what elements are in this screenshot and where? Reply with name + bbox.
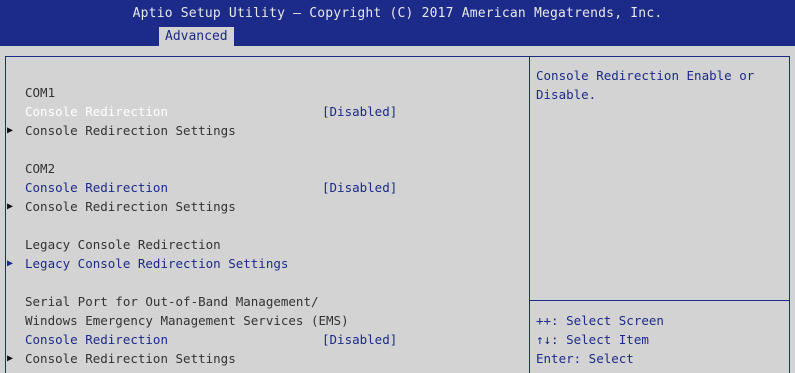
com1-heading: COM1	[25, 85, 56, 100]
help-description-line1: Console Redirection Enable or	[536, 68, 755, 83]
help-key-select-item: ↑↓: Select Item	[536, 332, 649, 347]
ems-console-redirection-settings[interactable]: Console Redirection Settings	[25, 351, 236, 367]
com1-console-redirection-label[interactable]: Console Redirection	[25, 104, 168, 120]
submenu-arrow-icon: ▶	[7, 258, 14, 269]
help-key-select-screen: ++: Select Screen	[536, 313, 664, 328]
submenu-arrow-icon: ▶	[7, 125, 14, 136]
panel-divider	[529, 57, 530, 373]
help-separator	[530, 300, 789, 301]
ems-console-redirection-label[interactable]: Console Redirection	[25, 332, 168, 348]
submenu-arrow-icon: ▶	[7, 353, 14, 364]
com1-console-redirection-settings[interactable]: Console Redirection Settings	[25, 123, 236, 139]
com1-console-redirection-value[interactable]: [Disabled]	[322, 104, 397, 120]
ems-heading-line1: Serial Port for Out-of-Band Management/	[25, 294, 319, 309]
submenu-arrow-icon: ▶	[7, 201, 14, 212]
com2-console-redirection-value[interactable]: [Disabled]	[322, 180, 397, 196]
ems-console-redirection-value[interactable]: [Disabled]	[322, 332, 397, 348]
com2-heading: COM2	[25, 161, 56, 176]
com2-console-redirection-label[interactable]: Console Redirection	[25, 180, 168, 196]
ems-heading-line2: Windows Emergency Management Services (E…	[25, 313, 349, 328]
legacy-heading: Legacy Console Redirection	[25, 237, 221, 252]
app-title: Aptio Setup Utility – Copyright (C) 2017…	[132, 6, 663, 21]
tab-advanced[interactable]: Advanced	[159, 27, 234, 46]
com2-console-redirection-settings[interactable]: Console Redirection Settings	[25, 199, 236, 215]
header-bar: Aptio Setup Utility – Copyright (C) 2017…	[0, 0, 795, 46]
legacy-console-redirection-settings[interactable]: Legacy Console Redirection Settings	[25, 256, 288, 272]
help-key-enter-select: Enter: Select	[536, 351, 634, 366]
help-description-line2: Disable.	[536, 87, 597, 102]
